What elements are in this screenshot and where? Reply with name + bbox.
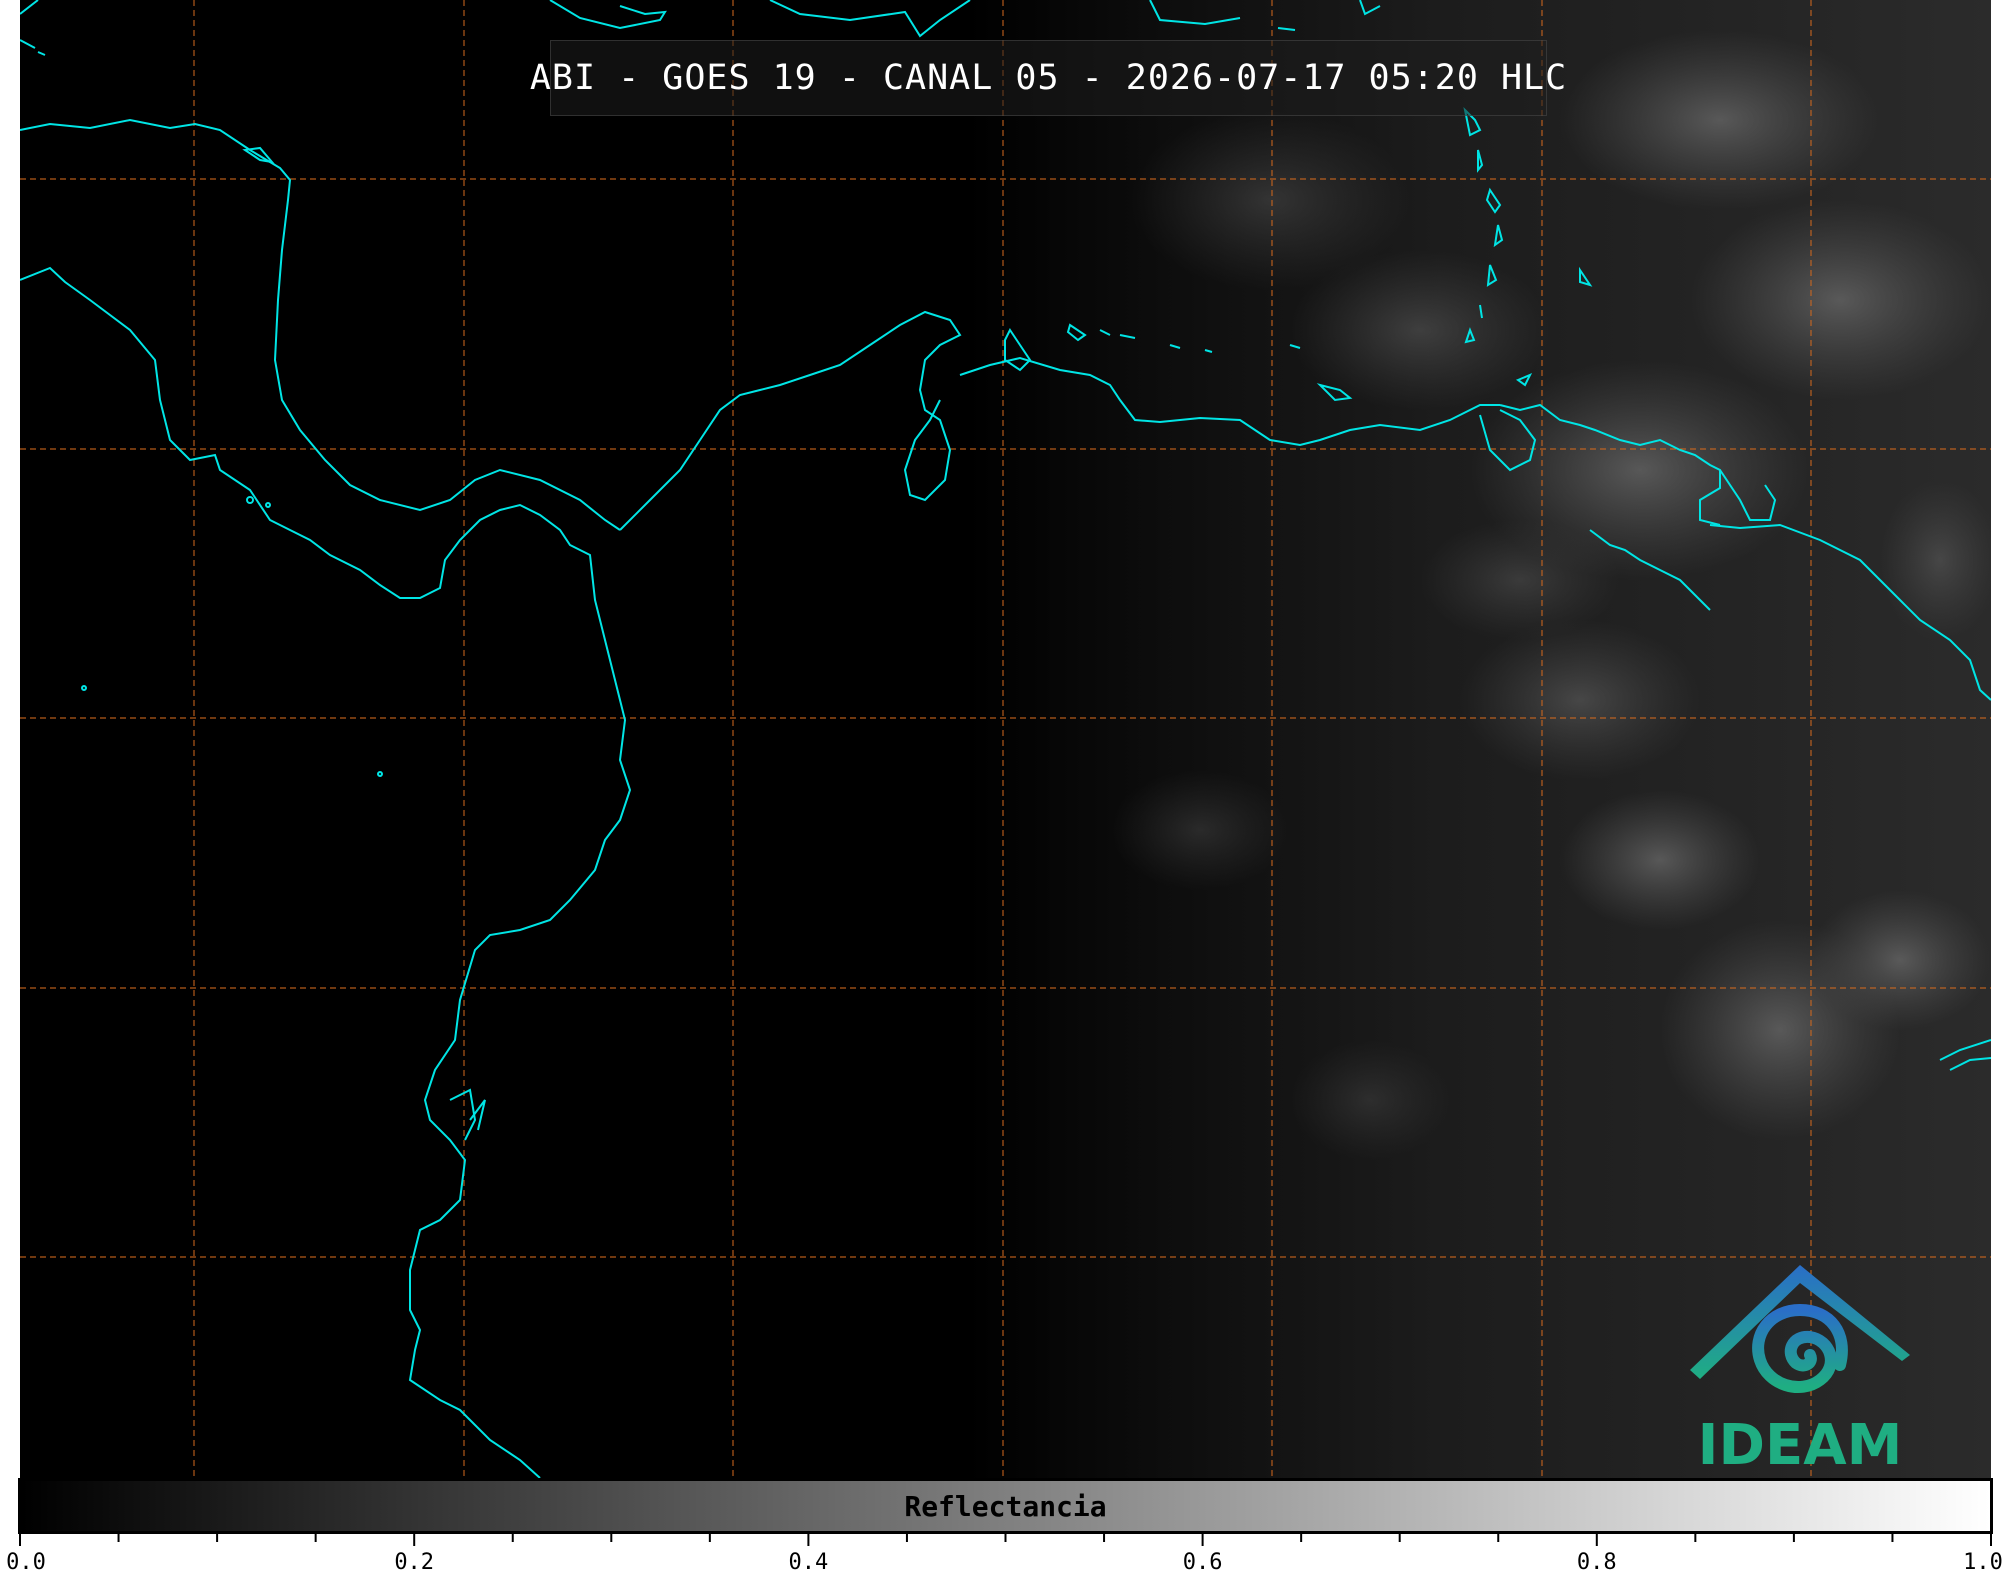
colorbar-tick-label: 0.0 <box>6 1550 46 1575</box>
ideam-logo: IDEAM <box>1680 1255 1920 1478</box>
satellite-map[interactable]: ABI - GOES 19 - CANAL 05 - 2026-07-17 05… <box>20 0 1991 1478</box>
colorbar-tick-label: 0.4 <box>788 1550 829 1575</box>
map-title: ABI - GOES 19 - CANAL 05 - 2026-07-17 05… <box>529 58 1568 98</box>
colorbar-tick-label: 0.2 <box>394 1550 435 1575</box>
colorbar-tick-label: 0.6 <box>1182 1550 1223 1575</box>
colorbar-tick-label: 1.0 <box>1963 1550 2003 1575</box>
colorbar: Reflectancia <box>18 1478 1993 1534</box>
title-box: ABI - GOES 19 - CANAL 05 - 2026-07-17 05… <box>530 40 1566 116</box>
colorbar-axis <box>19 1534 1992 1546</box>
ideam-logo-icon <box>1690 1265 1910 1394</box>
colorbar-label: Reflectancia <box>904 1489 1107 1523</box>
colorbar-tick-label: 0.8 <box>1576 1550 1617 1575</box>
logo-text: IDEAM <box>1697 1413 1903 1478</box>
